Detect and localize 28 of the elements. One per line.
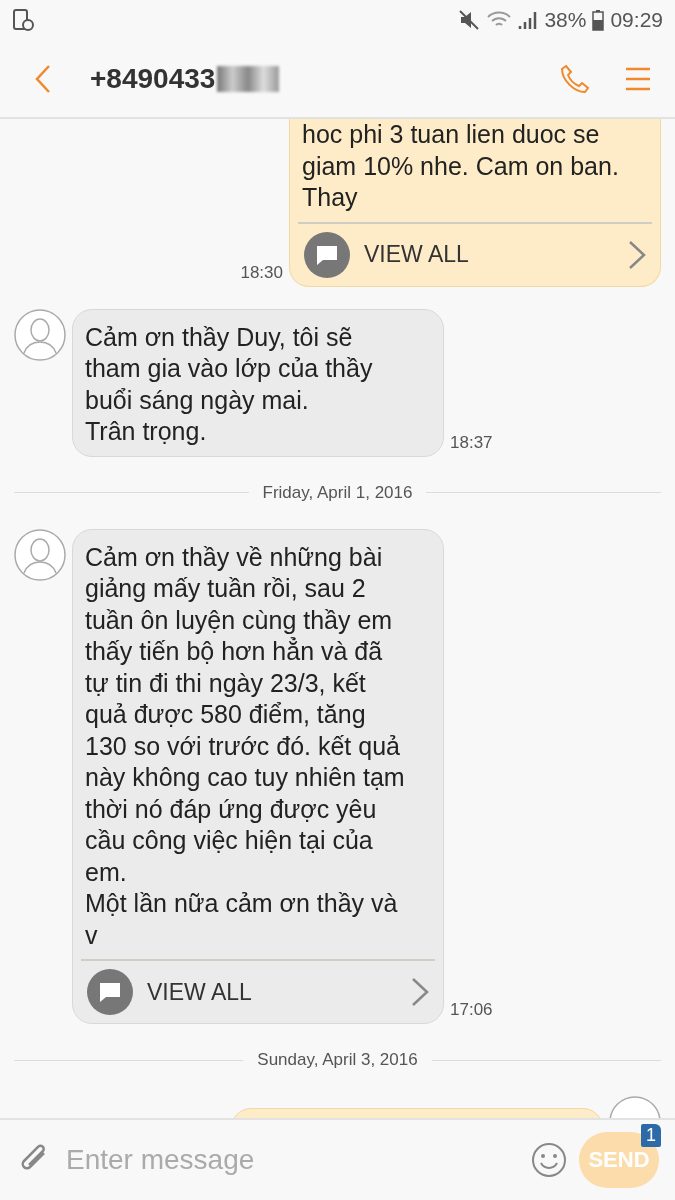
view-all-button[interactable]: VIEW ALL (298, 221, 652, 286)
message-time: 17:06 (450, 1000, 493, 1021)
battery-icon (592, 9, 605, 31)
date-separator: Sunday, April 3, 2016 (257, 1050, 418, 1070)
contact-number: +8490433 (90, 62, 216, 95)
message-text: Cảm ơn thầy Duy, tôi sẽ tham gia vào lớp của thầy buổi sáng ngày mai. Trân trọng. (84, 321, 374, 447)
back-icon[interactable] (34, 63, 52, 94)
avatar-icon (14, 528, 66, 581)
chat-icon (87, 969, 133, 1015)
redacted-digits (217, 65, 280, 92)
phone-icon[interactable] (559, 62, 591, 95)
message-time: 18:37 (450, 432, 493, 454)
signal-icon (518, 9, 539, 31)
clock-time: 09:29 (610, 8, 663, 32)
date-separator: Friday, April 1, 2016 (262, 482, 413, 503)
chat-icon (304, 231, 350, 278)
screen-clock-icon (12, 9, 34, 31)
view-all-button[interactable]: VIEW ALL (81, 959, 435, 1023)
message-input[interactable]: Enter message (64, 1143, 519, 1177)
message-time: 18:30 (240, 262, 283, 284)
emoji-icon[interactable] (531, 1142, 567, 1178)
message-text: Cảm ơn thầy về những bài giảng mấy tuần rồi, sau 2 tuần ôn luyện cùng thầy em thấy tiến bộ hơn hẳn và đã tự tin đi thi ngày 23/3, kết quả được 580 điểm, tăng 130 so với trước đó. kết quả này không cao tuy nhiên tạm thời nó đáp ứng được yêu cầu công việc hiện tại của em. Một lần nữa cảm ơn thầy và v (84, 541, 406, 951)
message-text: hoc phi 3 tuan lien duoc se giam 10% nhe. Cam on ban. Thay (301, 119, 620, 213)
menu-icon[interactable] (625, 65, 651, 92)
avatar-icon (14, 308, 66, 361)
battery-percent: 38% (544, 8, 587, 32)
sim-badge: 1 (641, 1124, 661, 1147)
mute-icon (458, 9, 481, 31)
